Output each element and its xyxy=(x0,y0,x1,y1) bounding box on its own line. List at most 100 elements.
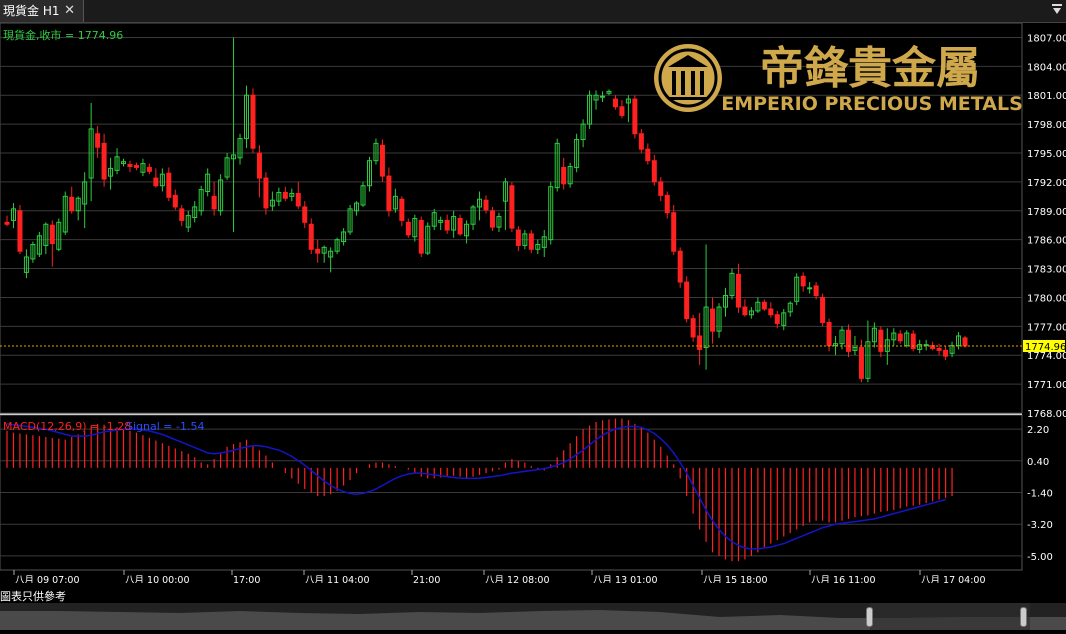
time-tick-label: 八月 15 18:00 xyxy=(703,575,768,583)
candle-down xyxy=(820,296,826,323)
candle-down xyxy=(813,285,819,297)
candle-down xyxy=(509,185,515,229)
candle-down xyxy=(282,191,288,199)
panel-scroll-icon[interactable] xyxy=(1052,4,1062,16)
candle-down xyxy=(638,133,644,150)
time-tick-label: 八月 17 04:00 xyxy=(921,575,986,583)
price-tick-label: 1768.00 xyxy=(1027,409,1066,420)
candle-down xyxy=(962,337,968,347)
candle-down xyxy=(858,347,864,379)
candle-down xyxy=(69,196,75,212)
macd-label: MACD(12,26,9) = -1.28 xyxy=(3,420,131,433)
macd-signal-line xyxy=(6,423,946,550)
price-tick-label: 1777.00 xyxy=(1027,322,1066,333)
candle-down xyxy=(49,224,55,245)
candle-down xyxy=(263,177,269,209)
candle-down xyxy=(658,181,664,196)
candle-down xyxy=(211,195,217,210)
logo-chinese-text: 帝鋒貴金屬 xyxy=(760,43,980,94)
macd-tick-label: -1.40 xyxy=(1027,489,1053,500)
candle-down xyxy=(768,308,774,316)
candle-down xyxy=(735,273,741,308)
candle-down xyxy=(619,106,625,116)
candle-up xyxy=(807,287,813,290)
time-tick-label: 八月 09 07:00 xyxy=(15,575,80,583)
candle-down xyxy=(664,194,670,214)
candle-down xyxy=(250,94,256,149)
candle-down xyxy=(710,308,716,332)
candle-down xyxy=(845,329,851,352)
candle-down xyxy=(405,221,411,236)
candle-down xyxy=(761,301,767,310)
close-icon[interactable]: ✕ xyxy=(64,0,75,22)
candle-down xyxy=(774,314,780,324)
price-tick-label: 1795.00 xyxy=(1027,149,1066,160)
candle-down xyxy=(690,318,696,338)
price-info-label: 現貨金,收市 = 1774.96 xyxy=(3,28,123,42)
candle-down xyxy=(936,347,942,351)
candle-down xyxy=(4,221,10,225)
price-tick-label: 1792.00 xyxy=(1027,178,1066,189)
scroll-right-handle[interactable] xyxy=(1020,607,1027,627)
candle-down xyxy=(302,206,308,223)
price-tick-label: 1780.00 xyxy=(1027,293,1066,304)
candle-down xyxy=(632,98,638,135)
candle-down xyxy=(95,133,101,148)
price-tick-label: 1804.00 xyxy=(1027,62,1066,73)
time-tick-label: 八月 10 00:00 xyxy=(125,575,190,583)
macd-tick-label: -5.00 xyxy=(1027,552,1053,563)
time-tick-label: 21:00 xyxy=(413,575,440,583)
candle-down xyxy=(399,198,405,221)
candle-down xyxy=(379,144,385,177)
candle-down xyxy=(528,233,534,250)
candle-down xyxy=(489,210,495,228)
candle-down xyxy=(800,275,806,287)
candle-down xyxy=(166,172,172,198)
candle-down xyxy=(315,248,321,254)
candle-down xyxy=(897,333,903,342)
candle-down xyxy=(386,175,392,212)
candle-down xyxy=(697,335,703,350)
candle-down xyxy=(561,166,567,185)
time-tick-label: 17:00 xyxy=(233,575,260,583)
candle-down xyxy=(483,199,489,211)
candle-down xyxy=(515,229,521,246)
candle-down xyxy=(943,349,949,357)
overview-mini-chart xyxy=(0,603,1066,630)
macd-tick-label: -3.20 xyxy=(1027,520,1053,531)
candle-down xyxy=(127,164,133,167)
time-tick-label: 八月 12 08:00 xyxy=(485,575,550,583)
candle-down xyxy=(612,98,618,108)
last-price-tag-label: 1774.96 xyxy=(1025,342,1066,353)
candle-down xyxy=(418,219,424,254)
disclaimer-note: 圖表只供參考 xyxy=(0,590,66,603)
price-chart[interactable]: 1807.00 1804.00 1801.00 1798.00 1795.00 1792.… xyxy=(0,22,1066,586)
tab-chart[interactable]: 現貨金 H1 ✕ xyxy=(0,0,84,22)
price-tick-label: 1771.00 xyxy=(1027,380,1066,391)
candle-down xyxy=(295,192,301,207)
price-tick-label: 1783.00 xyxy=(1027,265,1066,276)
candle-down xyxy=(17,210,23,252)
time-tick-label: 八月 13 01:00 xyxy=(593,575,658,583)
candle-down xyxy=(684,281,690,320)
macd-tick-label: 2.20 xyxy=(1027,425,1049,436)
candle-down xyxy=(308,223,314,250)
price-tick-label: 1807.00 xyxy=(1027,33,1066,44)
candle-down xyxy=(133,165,139,168)
candle-down xyxy=(645,148,651,162)
chart-area[interactable]: 1807.00 1804.00 1801.00 1798.00 1795.00 1792.… xyxy=(0,22,1066,586)
time-tick-label: 八月 11 04:00 xyxy=(305,575,370,583)
candle-down xyxy=(677,250,683,283)
candle-down xyxy=(651,160,657,183)
price-tick-label: 1789.00 xyxy=(1027,207,1066,218)
chart-scrollbar[interactable] xyxy=(0,603,1066,630)
tab-title: 現貨金 H1 xyxy=(3,4,60,18)
candle-down xyxy=(826,321,832,347)
candle-up xyxy=(600,95,606,98)
candle-down xyxy=(101,142,107,180)
candle-down xyxy=(671,212,677,252)
candle-down xyxy=(146,166,152,172)
candle-down xyxy=(172,194,178,208)
scroll-left-handle[interactable] xyxy=(866,607,873,627)
emperio-logo: 帝鋒貴金屬EMPERIO PRECIOUS METALS xyxy=(654,43,1023,115)
